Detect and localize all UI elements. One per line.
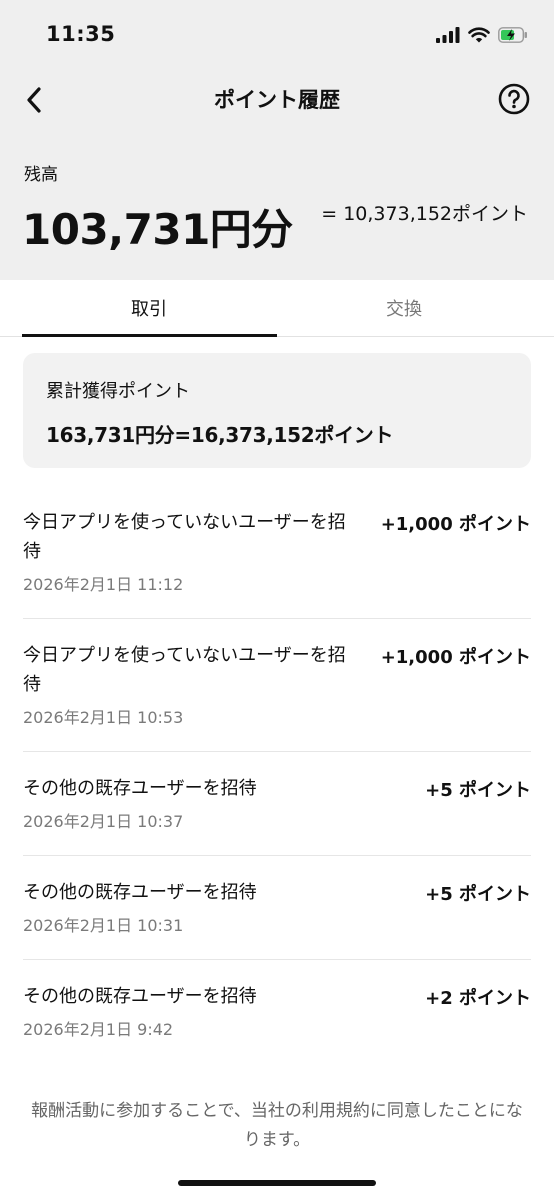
tab-transactions[interactable]: 取引 xyxy=(22,280,276,336)
status-time: 11:35 xyxy=(46,22,116,46)
page-title: ポイント履歴 xyxy=(214,88,340,112)
history-list: 今日アプリを使っていないユーザーを招待 2026年2月1日 11:12 +1,0… xyxy=(23,486,531,1063)
header-area: 11:35 ポイント履歴 残高 103,731円分 = 10,373,152ポイ… xyxy=(0,0,554,280)
list-item: その他の既存ユーザーを招待 2026年2月1日 10:31 +5 ポイント xyxy=(23,856,531,960)
item-date: 2026年2月1日 10:31 xyxy=(23,916,184,935)
tab-exchange[interactable]: 交換 xyxy=(277,280,531,336)
status-bar: 11:35 xyxy=(0,0,554,70)
balance-label: 残高 xyxy=(24,165,58,185)
summary-card: 累計獲得ポイント 163,731円分=16,373,152ポイント xyxy=(23,353,531,468)
question-circle-icon xyxy=(498,83,530,115)
wifi-icon xyxy=(468,27,490,43)
item-title: その他の既存ユーザーを招待 xyxy=(23,778,257,799)
summary-label: 累計獲得ポイント xyxy=(46,381,190,402)
list-item: 今日アプリを使っていないユーザーを招待 2026年2月1日 10:53 +1,0… xyxy=(23,619,531,752)
item-date: 2026年2月1日 11:12 xyxy=(23,575,184,594)
balance-amount: 103,731円分 xyxy=(22,205,293,254)
signal-icon xyxy=(436,27,460,43)
summary-value: 163,731円分=16,373,152ポイント xyxy=(46,423,394,447)
item-title: 今日アプリを使っていないユーザーを招待 xyxy=(23,512,346,562)
item-title: その他の既存ユーザーを招待 xyxy=(23,986,257,1007)
item-date: 2026年2月1日 10:53 xyxy=(23,708,184,727)
list-item: その他の既存ユーザーを招待 2026年2月1日 9:42 +2 ポイント xyxy=(23,960,531,1063)
tab-bar: 取引 交換 xyxy=(0,280,554,337)
home-indicator[interactable] xyxy=(178,1180,376,1186)
item-date: 2026年2月1日 9:42 xyxy=(23,1020,174,1039)
list-item: 今日アプリを使っていないユーザーを招待 2026年2月1日 11:12 +1,0… xyxy=(23,486,531,619)
item-points: +1,000 ポイント xyxy=(380,647,531,668)
battery-charging-icon xyxy=(498,27,527,43)
active-tab-indicator xyxy=(22,334,277,337)
item-date: 2026年2月1日 10:37 xyxy=(23,812,184,831)
item-title: その他の既存ユーザーを招待 xyxy=(23,882,257,903)
item-title: 今日アプリを使っていないユーザーを招待 xyxy=(23,645,346,695)
terms-note: 報酬活動に参加することで、当社の利用規約に同意したことになります。 xyxy=(31,1101,523,1150)
item-points: +2 ポイント xyxy=(425,988,531,1009)
balance-points: = 10,373,152ポイント xyxy=(321,203,528,225)
help-button[interactable] xyxy=(498,83,530,115)
nav-bar: ポイント履歴 xyxy=(0,70,554,130)
item-points: +5 ポイント xyxy=(425,884,531,905)
status-icons xyxy=(436,24,528,46)
item-points: +1,000 ポイント xyxy=(380,514,531,535)
item-points: +5 ポイント xyxy=(425,780,531,801)
list-item: その他の既存ユーザーを招待 2026年2月1日 10:37 +5 ポイント xyxy=(23,752,531,856)
